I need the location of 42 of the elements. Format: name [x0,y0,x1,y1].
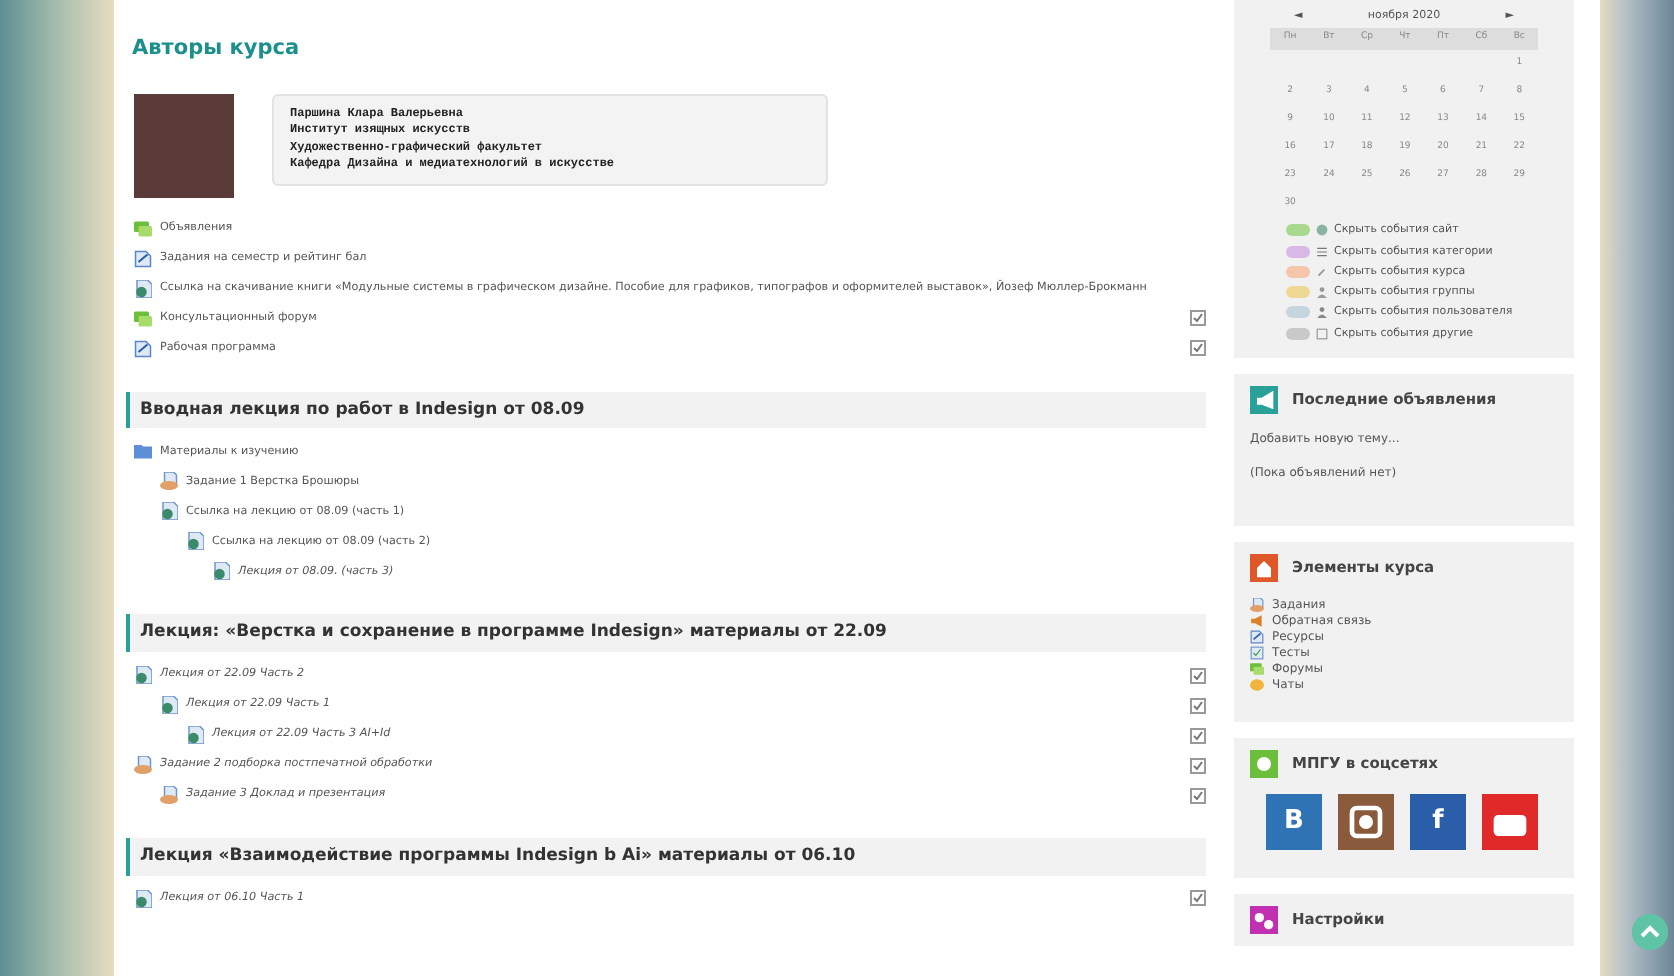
globe-document-icon [186,532,204,551]
camera-icon[interactable] [1338,793,1394,850]
video-icon[interactable] [1482,793,1538,850]
scroll-up-button[interactable] [1632,914,1668,950]
globe-document-icon [212,562,230,581]
globe-document-icon [134,889,152,908]
completion-checkbox[interactable] [1190,757,1206,774]
completion-checkbox[interactable] [1190,340,1206,357]
document-icon [1250,630,1264,645]
social-link[interactable]: f [1410,793,1466,850]
section-title: Авторы курса [132,36,302,62]
globe-document-icon [160,696,178,715]
list-icon [1316,245,1328,258]
megaphone-icon [1250,385,1278,414]
document-icon [134,339,152,358]
completion-checkbox[interactable] [1190,727,1206,744]
forum-icon [1250,662,1264,677]
completion-checkbox[interactable] [1190,890,1206,907]
globe-document-icon [134,279,152,298]
completion-checkbox[interactable] [1190,787,1206,804]
person-icon [1316,286,1328,299]
social-link[interactable]: В [1266,793,1322,850]
section-header: Вводная лекция по работ в Indesign от 08.09 [126,391,1206,429]
section-header: Лекция «Взаимодействие программы Indesign b Ai» материалы от 06.10 [126,838,1206,876]
completion-checkbox[interactable] [1190,697,1206,714]
photo-placeholder [134,93,234,198]
globe-document-icon [160,502,178,521]
megaphone-icon [1250,614,1264,629]
document-icon [134,249,152,268]
completion-checkbox[interactable] [1190,310,1206,327]
globe-document-icon [186,726,204,745]
forum-icon [134,309,152,328]
calendar-icon [1316,327,1328,340]
globe-document-icon [134,666,152,685]
person-icon [1316,306,1328,319]
section-header: Лекция: «Верстка и сохранение в программе Indesign» материалы от 22.09 [126,614,1206,653]
forum-icon [134,219,152,238]
chat-icon [1250,678,1264,693]
checklist-icon [1250,646,1264,661]
globe-icon [1316,224,1328,237]
folder-icon [134,442,152,461]
completion-checkbox[interactable] [1190,667,1206,684]
